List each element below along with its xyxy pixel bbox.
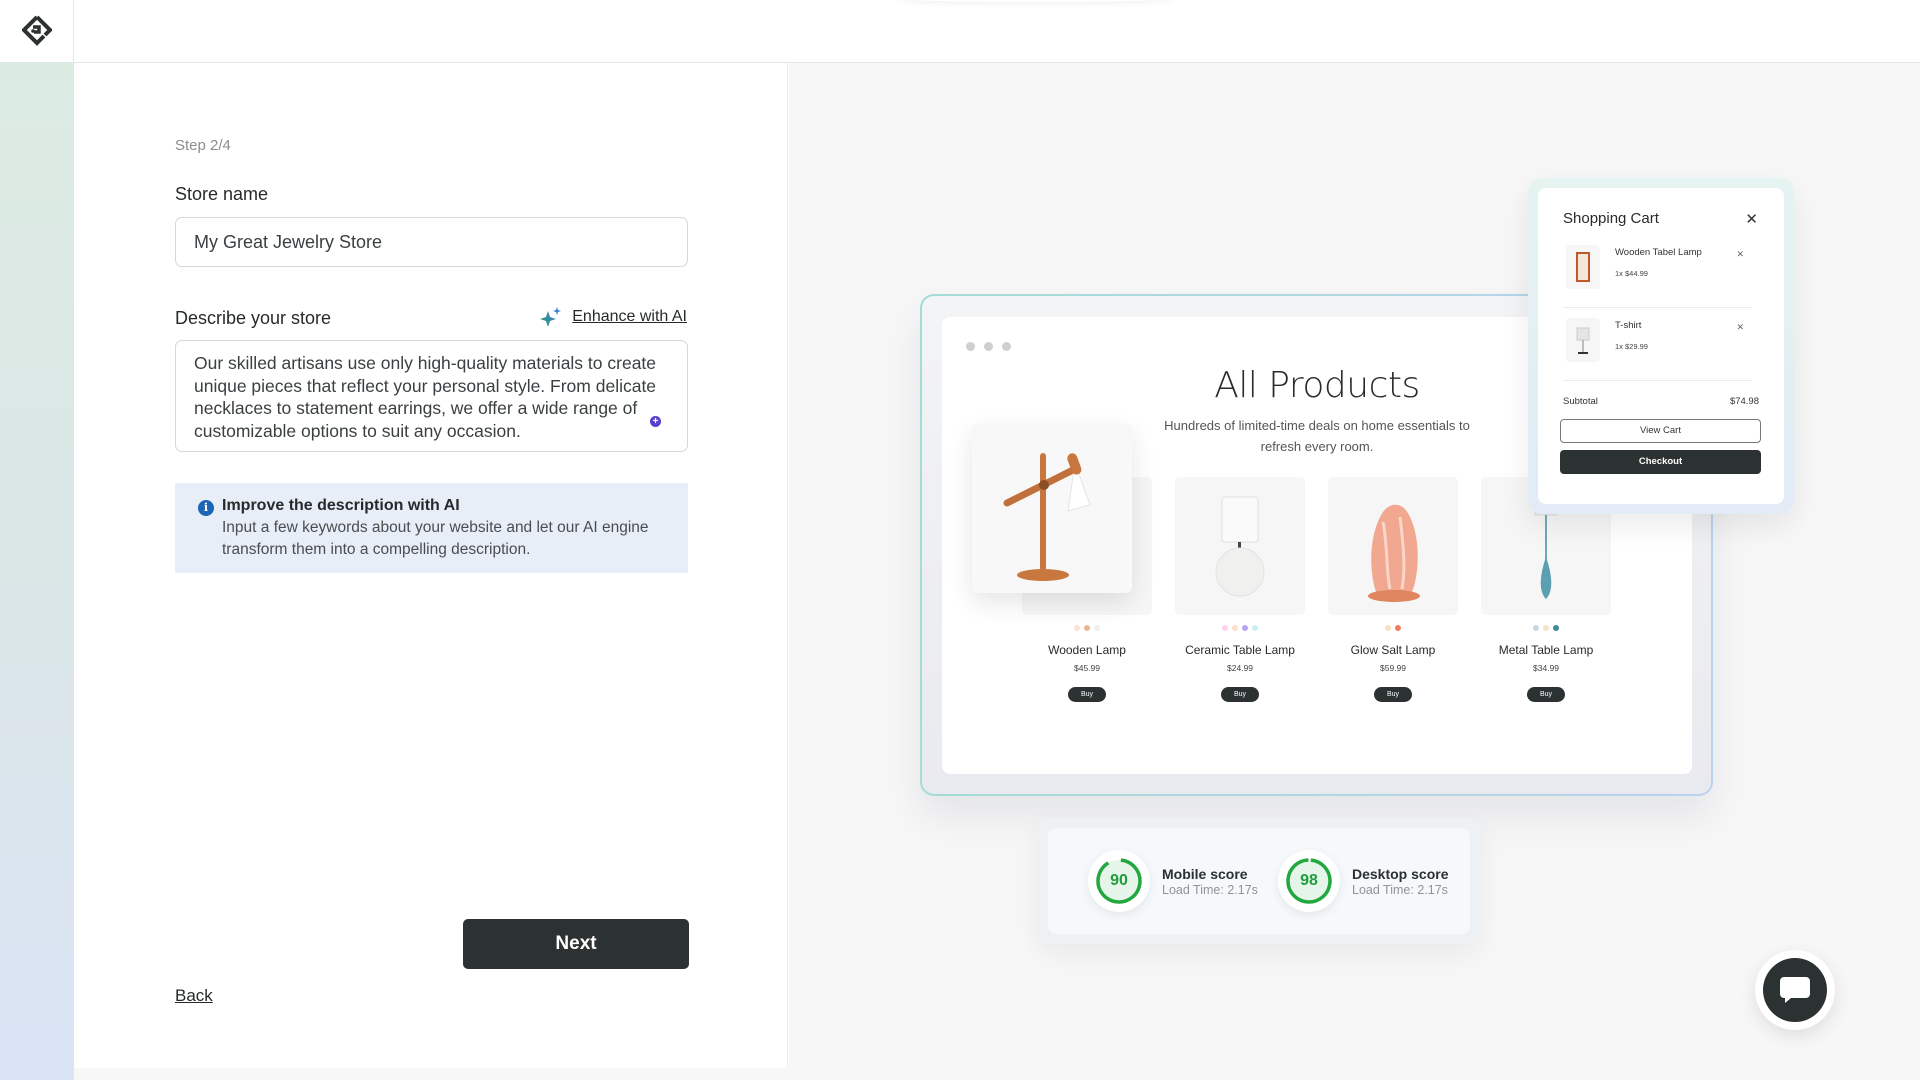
product-card: Ceramic Table Lamp $24.99 Buy — [1175, 477, 1305, 702]
info-body: Input a few keywords about your website … — [222, 519, 649, 558]
chat-button[interactable] — [1755, 950, 1835, 1030]
enhance-link-label[interactable]: Enhance with AI — [572, 308, 687, 326]
remove-item-icon[interactable]: ✕ — [1736, 322, 1744, 333]
color-swatch[interactable] — [1543, 625, 1549, 631]
score-value: 90 — [1110, 872, 1128, 889]
color-swatch[interactable] — [1252, 625, 1258, 631]
bottom-strip — [74, 1068, 1920, 1080]
buy-button[interactable]: Buy — [1374, 687, 1412, 702]
cart-item-name: T-shirt — [1615, 320, 1642, 331]
product-image — [1175, 477, 1305, 615]
info-title: Improve the description with AI — [222, 497, 460, 514]
product-name: Wooden Lamp — [1048, 643, 1126, 657]
subtotal-label: Subtotal — [1563, 396, 1598, 407]
load-time: Load Time: 2.17s — [1162, 882, 1258, 897]
color-swatches — [1328, 625, 1458, 631]
store-name-label: Store name — [175, 184, 269, 204]
subtotal-value: $74.98 — [1729, 396, 1759, 407]
logo[interactable] — [0, 0, 74, 62]
window-dots — [966, 342, 1011, 351]
cart-item: Wooden Tabel Lamp 1x $44.99 ✕ — [1563, 235, 1752, 308]
product-price: $24.99 — [1227, 663, 1253, 673]
score-label: Mobile score — [1162, 865, 1248, 882]
onboarding-form: Step 2/4 Store name My Great Jewelry Sto… — [74, 63, 788, 1068]
top-bar — [74, 0, 1920, 63]
view-cart-button[interactable]: View Cart — [1560, 419, 1761, 443]
cart-title: Shopping Cart — [1563, 210, 1659, 227]
color-swatch[interactable] — [1242, 625, 1248, 631]
next-button[interactable]: Next — [463, 919, 689, 969]
color-swatches — [1481, 625, 1611, 631]
store-name-value: My Great Jewelry Store — [194, 231, 383, 252]
color-swatches — [1022, 625, 1152, 631]
color-swatch[interactable] — [1553, 625, 1559, 631]
description-label: Describe your store — [175, 308, 332, 328]
remove-item-icon[interactable]: ✕ — [1736, 249, 1744, 260]
color-swatch[interactable] — [1232, 625, 1238, 631]
product-price: $59.99 — [1380, 663, 1406, 673]
color-swatch[interactable] — [1533, 625, 1539, 631]
buy-button[interactable]: Buy — [1527, 687, 1565, 702]
product-name: Glow Salt Lamp — [1350, 643, 1436, 657]
buy-button[interactable]: Buy — [1068, 687, 1106, 702]
performance-scores: 90 Mobile score Load Time: 2.17s 98 Desk… — [1038, 818, 1480, 944]
back-link[interactable]: Back — [175, 986, 213, 1006]
score-gauge: 98 — [1278, 850, 1340, 912]
preview-subtitle: Hundreds of limited-time deals on home e… — [1164, 418, 1470, 454]
score-label: Desktop score — [1352, 865, 1449, 882]
brand-logo-icon — [21, 15, 52, 46]
step-indicator: Step 2/4 — [175, 137, 231, 154]
color-swatch[interactable] — [1385, 625, 1391, 631]
desktop-score: 98 Desktop score Load Time: 2.17s — [1278, 850, 1468, 912]
cart-item-thumbnail — [1566, 318, 1600, 362]
product-name: Ceramic Table Lamp — [1185, 643, 1295, 657]
featured-product-image — [972, 423, 1132, 593]
store-name-input[interactable]: My Great Jewelry Store — [175, 217, 688, 267]
cart-item-qty-price: 1x $44.99 — [1615, 269, 1648, 278]
product-card: Glow Salt Lamp $59.99 Buy — [1328, 477, 1458, 702]
grammar-assist-icon[interactable]: + — [650, 416, 661, 427]
color-swatch[interactable] — [1395, 625, 1401, 631]
cart-subtotal: Subtotal $74.98 — [1563, 396, 1759, 407]
wooden-lamp-image — [1003, 453, 1091, 581]
store-description-value: Our skilled artisans use only high-quali… — [194, 353, 657, 441]
buy-button[interactable]: Buy — [1221, 687, 1259, 702]
product-price: $34.99 — [1533, 663, 1559, 673]
salt-lamp-image — [1368, 504, 1420, 602]
score-value: 98 — [1300, 872, 1318, 889]
shopping-cart-popup: Shopping Cart ✕ Wooden Tabel Lamp 1x $44… — [1528, 178, 1794, 514]
cart-item-qty-price: 1x $29.99 — [1615, 342, 1648, 351]
store-description-textarea[interactable]: Our skilled artisans use only high-quali… — [175, 340, 688, 452]
color-swatch[interactable] — [1222, 625, 1228, 631]
checkout-button[interactable]: Checkout — [1560, 450, 1761, 474]
chat-bubble-icon — [1780, 977, 1810, 1003]
product-image — [1328, 477, 1458, 615]
product-price: $45.99 — [1074, 663, 1100, 673]
color-swatch[interactable] — [1094, 625, 1100, 631]
ceramic-lamp-image — [1215, 496, 1265, 597]
color-swatch[interactable] — [1084, 625, 1090, 631]
sidebar — [0, 0, 74, 1080]
enhance-with-ai-link[interactable]: Enhance with AI — [540, 307, 687, 327]
close-icon[interactable]: ✕ — [1745, 210, 1758, 228]
info-icon: i — [198, 500, 214, 516]
sparkle-icon — [540, 307, 562, 327]
ai-info-box: i Improve the description with AI Input … — [175, 483, 688, 573]
product-name: Metal Table Lamp — [1498, 643, 1594, 657]
cart-item-name: Wooden Tabel Lamp — [1615, 247, 1702, 258]
score-gauge: 90 — [1088, 850, 1150, 912]
color-swatches — [1175, 625, 1305, 631]
cart-item-thumbnail — [1566, 245, 1600, 289]
load-time: Load Time: 2.17s — [1352, 882, 1448, 897]
color-swatch[interactable] — [1074, 625, 1080, 631]
mobile-score: 90 Mobile score Load Time: 2.17s — [1088, 850, 1278, 912]
cart-item: T-shirt 1x $29.99 ✕ — [1563, 308, 1752, 381]
